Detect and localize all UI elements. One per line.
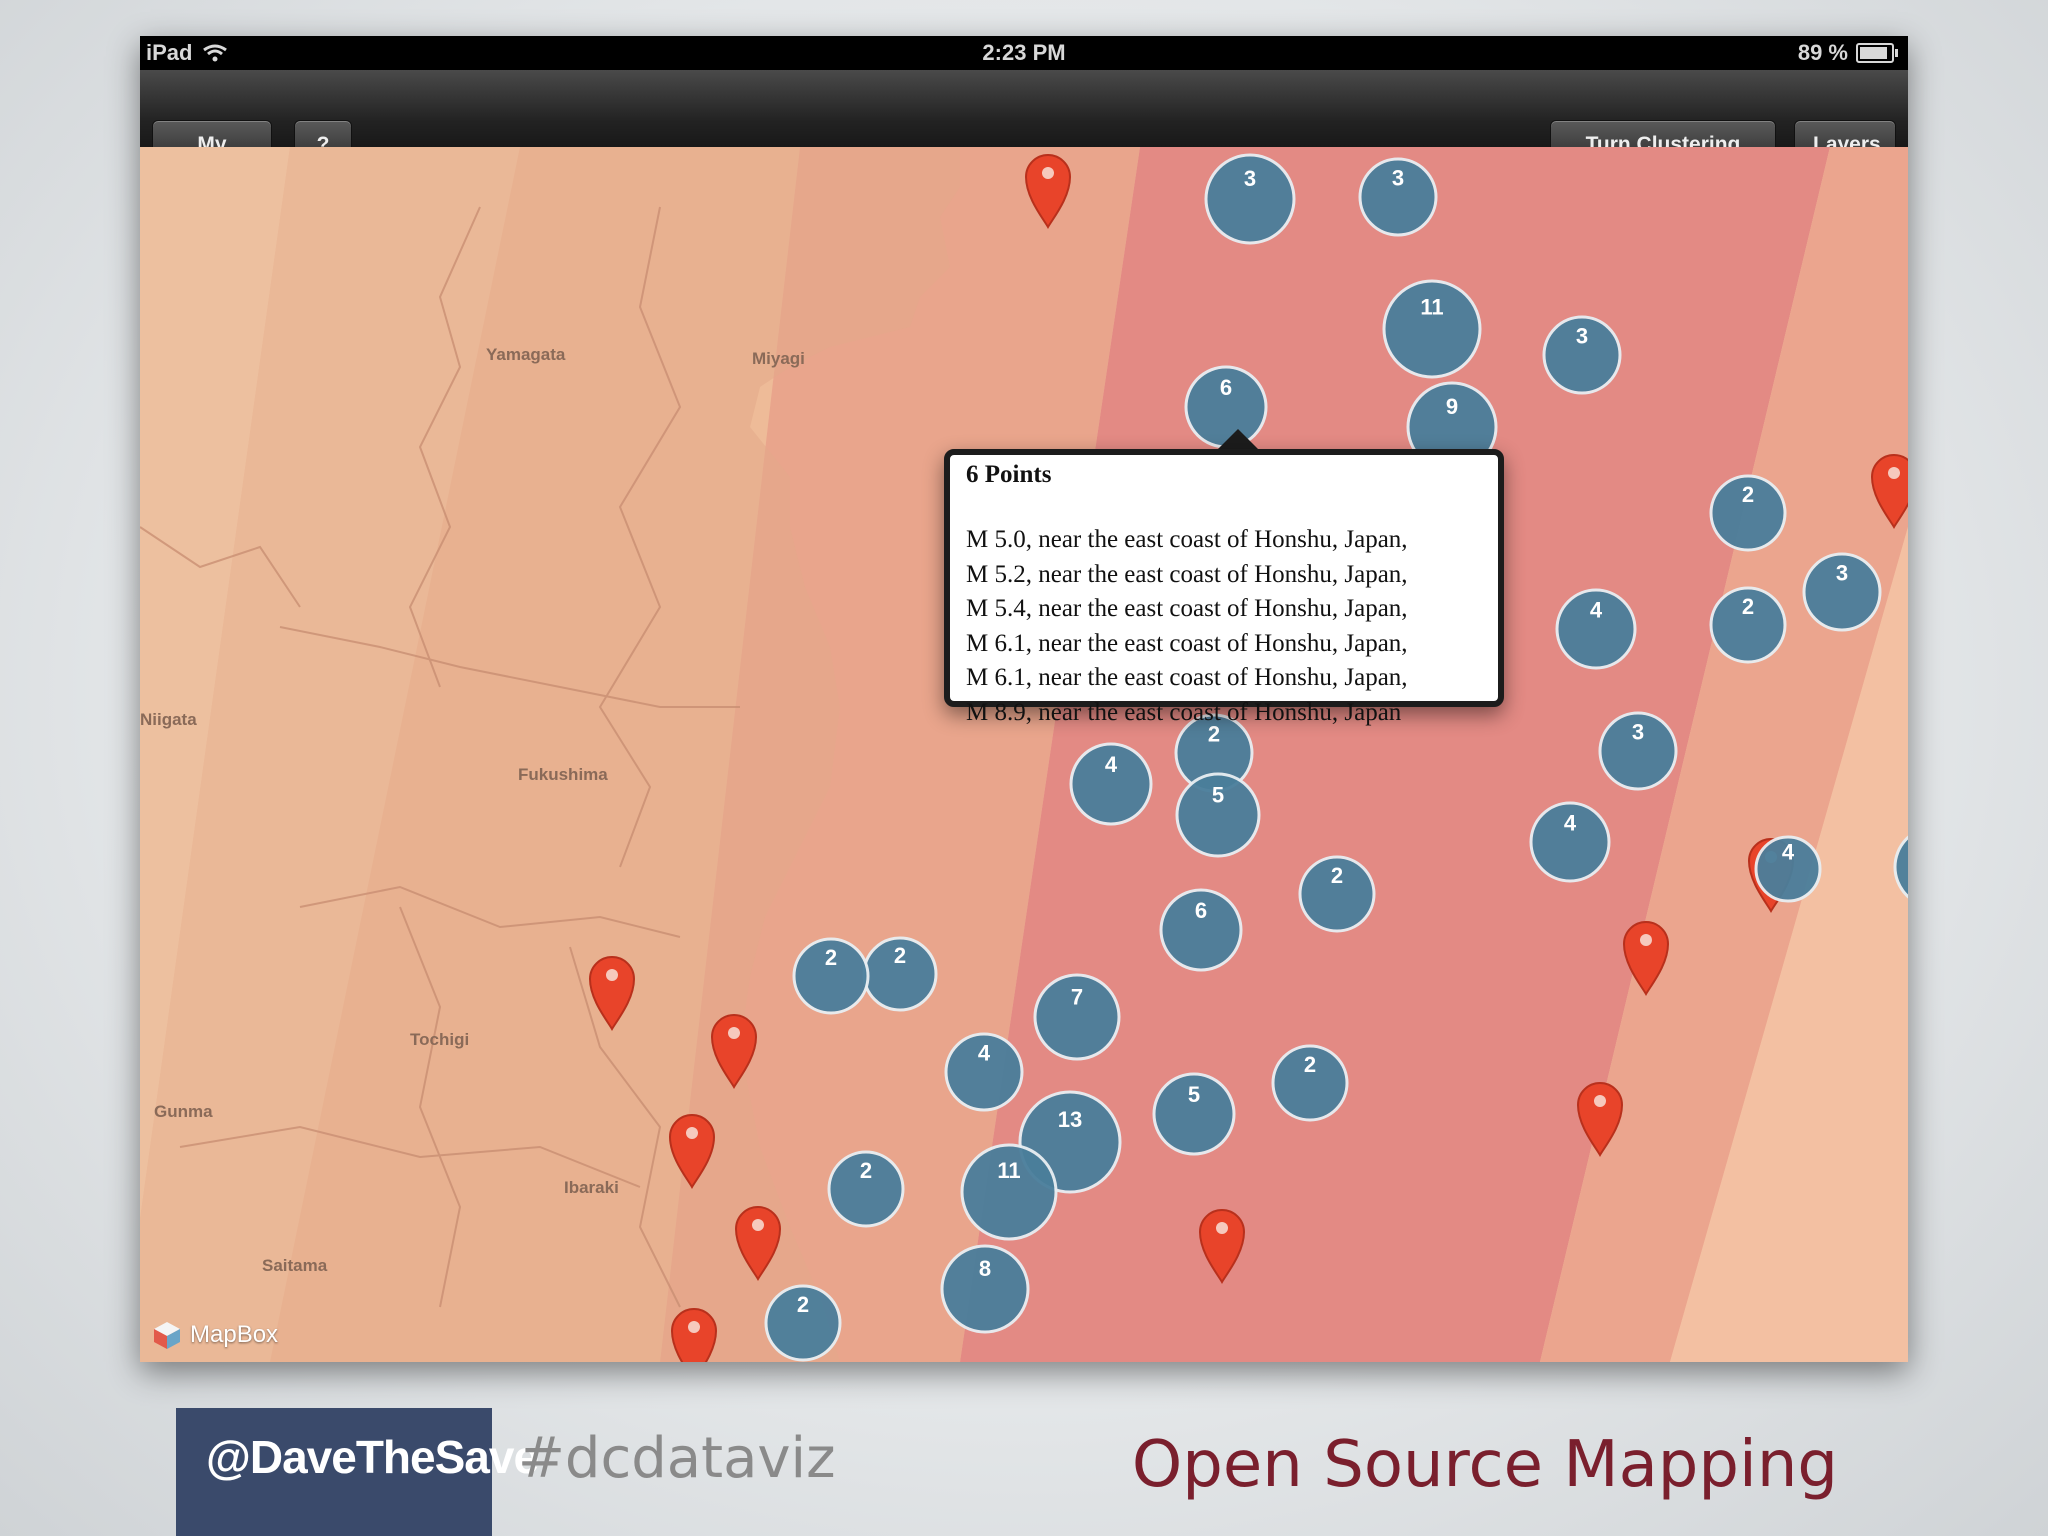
marker-dot [1640, 934, 1652, 946]
label-tochigi: Tochigi [410, 1030, 469, 1049]
cluster-count: 2 [1742, 594, 1754, 619]
cluster-count: 5 [1188, 1082, 1200, 1107]
mapbox-attribution[interactable]: MapBox [152, 1320, 278, 1350]
mapbox-logo-icon [154, 1322, 180, 1349]
cluster-bubble[interactable]: 3 [1802, 552, 1882, 632]
map-view[interactable]: Yamagata Miyagi Niigata Fukushima Tochig… [140, 147, 1908, 1362]
battery-fill [1860, 47, 1887, 59]
cluster-bubble[interactable]: 3 [1598, 711, 1678, 791]
popup-item: M 8.9, near the east coast of Honshu, Ja… [966, 698, 1402, 726]
cluster-count: 3 [1392, 166, 1404, 191]
popup-item: M 6.1, near the east coast of Honshu, Ja… [966, 629, 1408, 657]
cluster-bubble[interactable]: 4 [1529, 801, 1611, 883]
cluster-count: 4 [1105, 752, 1118, 777]
cluster-bubble[interactable]: 2 [1271, 1044, 1349, 1122]
cluster-bubble[interactable]: 2 [792, 937, 870, 1015]
popup-list: M 5.0, near the east coast of Honshu, Ja… [966, 523, 1498, 730]
cluster-count: 4 [1590, 597, 1603, 622]
cluster-count: 3 [1576, 324, 1588, 349]
popup-item: M 5.4, near the east coast of Honshu, Ja… [966, 595, 1408, 622]
label-ibaraki: Ibaraki [564, 1178, 619, 1197]
status-bar: iPad 2:23 PM 89 % [140, 36, 1908, 70]
battery-icon [1856, 43, 1898, 63]
cluster-bubble[interactable]: 2 [1709, 586, 1787, 664]
cluster-count: 9 [1446, 394, 1458, 419]
marker-dot [688, 1321, 700, 1333]
cluster-count: 3 [1836, 561, 1848, 586]
cluster-count: 2 [797, 1292, 809, 1317]
cluster-count: 2 [894, 943, 906, 968]
status-right: 89 % [1797, 40, 1898, 66]
cluster-bubble[interactable]: 3 [1358, 157, 1438, 237]
label-saitama: Saitama [262, 1256, 328, 1275]
cluster-bubble[interactable]: 4 [944, 1032, 1024, 1112]
marker-dot [1042, 167, 1054, 179]
marker-dot [728, 1027, 740, 1039]
cluster-bubble[interactable]: 8 [940, 1244, 1030, 1334]
popup-item: M 5.0, near the east coast of Honshu, Ja… [966, 526, 1408, 553]
cluster-count: 2 [825, 945, 837, 970]
cluster-bubble[interactable]: 5 [1175, 772, 1261, 858]
marker-dot [606, 969, 618, 981]
cluster-count: 7 [1071, 984, 1083, 1009]
status-time: 2:23 PM [982, 40, 1066, 65]
label-miyagi: Miyagi [752, 349, 805, 368]
earthquake-marker[interactable] [670, 1308, 718, 1362]
cluster-count: 11 [997, 1158, 1020, 1183]
cluster-bubble[interactable]: 4 [1069, 742, 1153, 826]
marker-dot [686, 1127, 698, 1139]
map-canvas[interactable]: Yamagata Miyagi Niigata Fukushima Tochig… [140, 147, 1908, 1362]
cluster-popup[interactable]: 6 Points M 5.0, near the east coast of H… [944, 449, 1504, 726]
cluster-count: 5 [1212, 783, 1224, 808]
label-yamagata: Yamagata [486, 345, 566, 364]
cluster-bubble[interactable]: 4 [1754, 835, 1822, 903]
marker-dot [1216, 1222, 1228, 1234]
cluster-bubble[interactable]: 5 [1152, 1072, 1236, 1156]
cluster-bubble[interactable]: 11 [960, 1143, 1058, 1241]
cluster-bubble[interactable]: 2 [862, 936, 938, 1012]
cluster-bubble[interactable]: 2 [1298, 855, 1376, 933]
cluster-bubble[interactable]: 7 [1033, 973, 1121, 1061]
marker-dot [1888, 467, 1900, 479]
footer-handle-box: @DaveTheSave [176, 1408, 539, 1536]
ipad-screen: iPad 2:23 PM 89 % My Maps ? Turn Cluster… [140, 36, 1908, 1362]
mapbox-label: MapBox [190, 1321, 279, 1348]
cluster-count: 2 [1331, 863, 1343, 888]
cluster-count: 6 [1220, 375, 1232, 400]
cluster-count: 13 [1058, 1107, 1082, 1132]
twitter-handle: @DaveTheSave [206, 1431, 539, 1483]
cluster-bubble[interactable]: 2 [827, 1150, 905, 1228]
cluster-count: 8 [979, 1256, 991, 1281]
cluster-count: 2 [860, 1158, 872, 1183]
cluster-bubble[interactable]: 2 [1709, 474, 1787, 552]
cluster-bubble[interactable]: 2 [764, 1284, 842, 1362]
label-fukushima: Fukushima [518, 765, 608, 784]
cluster-count: 2 [1742, 482, 1754, 507]
cluster-count: 11 [1420, 295, 1443, 320]
cluster-count: 4 [1782, 839, 1795, 864]
marker-pin[interactable] [670, 1308, 718, 1362]
popup-title: 6 Points [966, 461, 1052, 488]
cluster-bubble[interactable]: 11 [1382, 279, 1482, 379]
cluster-count: 2 [1304, 1052, 1316, 1077]
battery-percent: 89 % [1797, 40, 1848, 65]
marker-dot [752, 1219, 764, 1231]
label-niigata: Niigata [140, 710, 197, 729]
cluster-count: 3 [1244, 166, 1256, 191]
cluster-bubble[interactable]: 6 [1159, 888, 1243, 972]
marker-dot [1594, 1095, 1606, 1107]
label-gunma: Gunma [154, 1102, 213, 1121]
cluster-bubble[interactable]: 4 [1555, 588, 1637, 670]
cluster-count: 4 [1564, 810, 1577, 835]
cluster-count: 6 [1195, 898, 1207, 923]
popup-item: M 5.2, near the east coast of Honshu, Ja… [966, 560, 1408, 588]
slide-title: Open Source Mapping [1131, 1428, 1838, 1502]
cluster-bubble[interactable]: 3 [1542, 315, 1622, 395]
cluster-count: 4 [978, 1041, 991, 1066]
footer-hashtag: #dcdataviz [518, 1426, 836, 1491]
cluster-bubble[interactable]: 3 [1204, 153, 1296, 245]
cluster-count: 3 [1632, 720, 1644, 745]
popup-item: M 6.1, near the east coast of Honshu, Ja… [966, 664, 1408, 691]
